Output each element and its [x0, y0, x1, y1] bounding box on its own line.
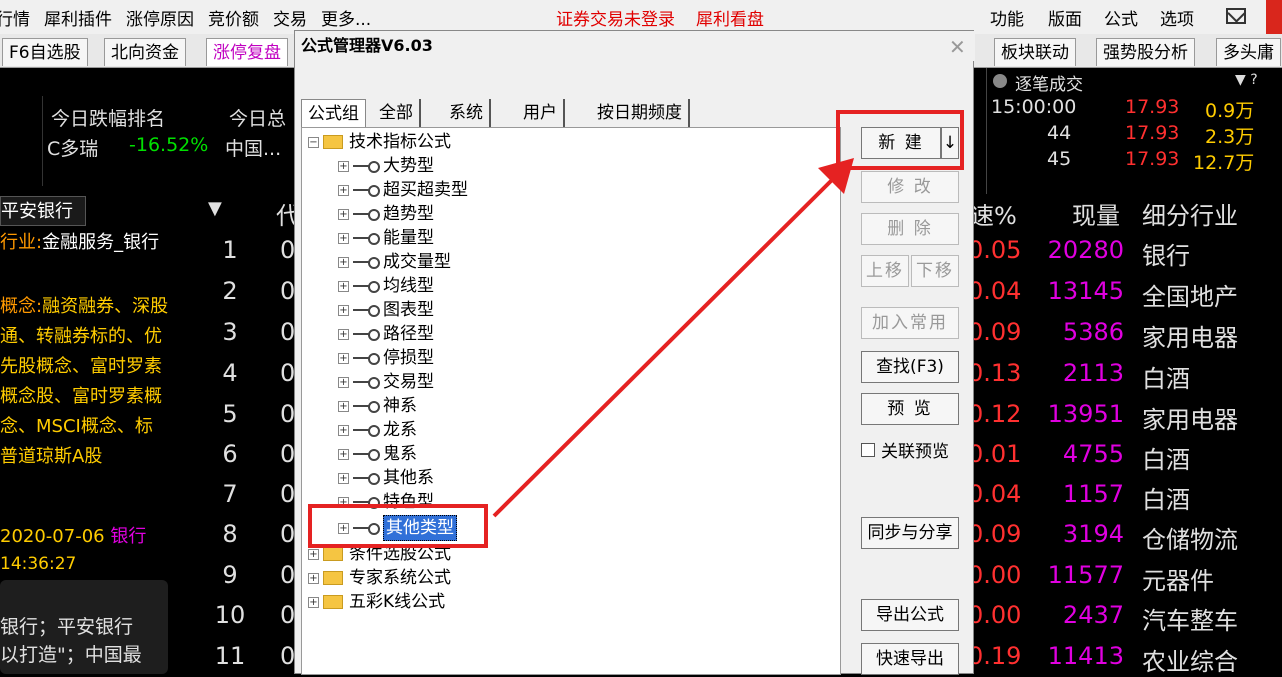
annotation-arrow [492, 158, 854, 518]
